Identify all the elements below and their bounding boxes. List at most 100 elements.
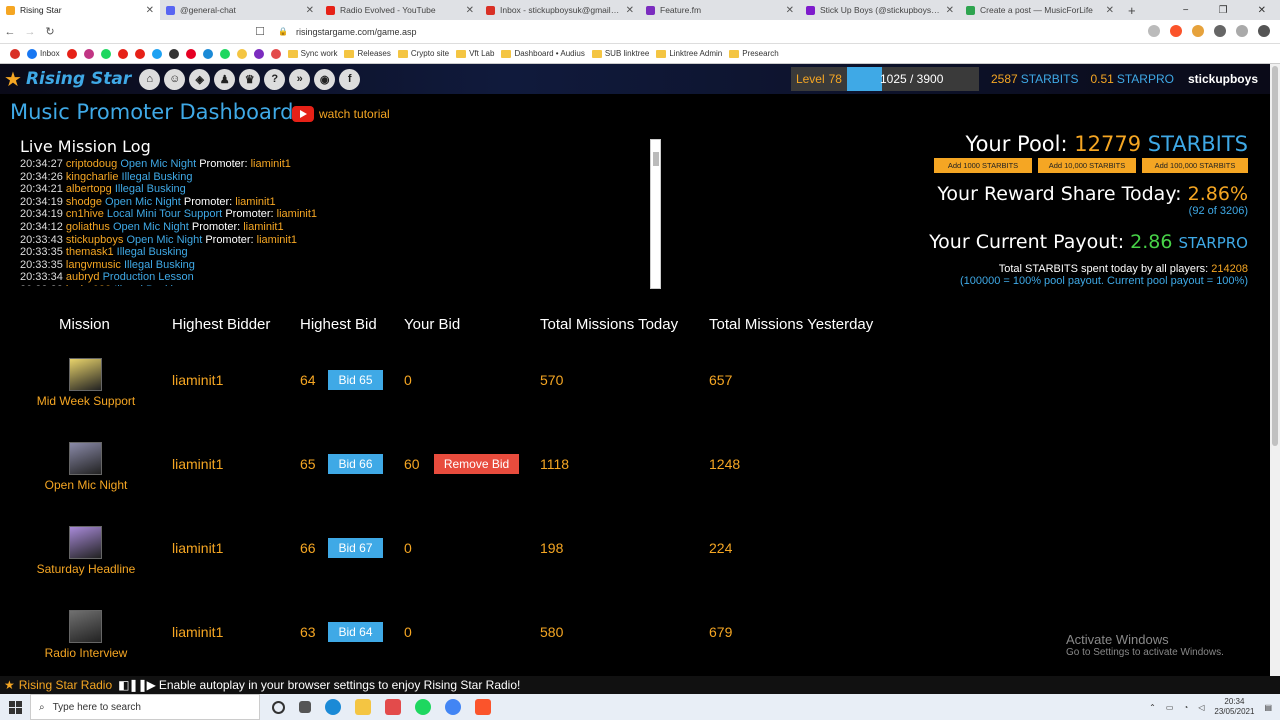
- bid-button[interactable]: Bid 65: [328, 370, 383, 390]
- add-starbits-button[interactable]: Add 100,000 STARBITS: [1142, 158, 1248, 173]
- mission-image[interactable]: [69, 442, 102, 475]
- bookmark-favicon-icon[interactable]: [202, 48, 213, 59]
- log-user[interactable]: albertopg: [66, 183, 112, 195]
- bookmark-item[interactable]: Inbox: [27, 48, 60, 59]
- bookmark-favicon-icon[interactable]: [236, 48, 247, 59]
- log-scroll-thumb[interactable]: [653, 152, 659, 166]
- home-icon[interactable]: ⌂: [139, 68, 161, 90]
- bookmark-item[interactable]: Presearch: [729, 49, 779, 58]
- radio-controls[interactable]: ◧❚❚▶: [118, 678, 156, 692]
- spotify-icon[interactable]: [415, 699, 431, 715]
- cat-icon[interactable]: ☺: [164, 68, 186, 90]
- facebook-icon[interactable]: f: [339, 68, 361, 90]
- highest-bidder[interactable]: liaminit1: [172, 540, 223, 556]
- log-promoter[interactable]: liaminit1: [235, 196, 275, 208]
- bookmark-favicon-icon[interactable]: [185, 48, 196, 59]
- menu-icon[interactable]: [1258, 25, 1270, 37]
- highest-bidder[interactable]: liaminit1: [172, 624, 223, 640]
- volume-icon[interactable]: ◁: [1198, 703, 1204, 712]
- add-starbits-button[interactable]: Add 1000 STARBITS: [934, 158, 1032, 173]
- watch-tutorial-link[interactable]: watch tutorial: [292, 106, 390, 122]
- chevron-up-icon[interactable]: ⌃: [1149, 703, 1156, 712]
- log-promoter[interactable]: liaminit1: [257, 234, 297, 246]
- browser-tab[interactable]: Feature.fm ✕: [640, 0, 800, 20]
- log-user[interactable]: aubryd: [66, 271, 100, 283]
- discord-icon[interactable]: ◉: [314, 68, 336, 90]
- new-tab-button[interactable]: +: [1128, 3, 1136, 18]
- remove-bid-button[interactable]: Remove Bid: [434, 454, 519, 474]
- brave-shield-icon[interactable]: [1170, 25, 1182, 37]
- bookmark-favicon-icon[interactable]: [100, 48, 111, 59]
- person-icon[interactable]: ♟: [214, 68, 236, 90]
- close-icon[interactable]: ✕: [786, 5, 794, 16]
- edge-icon[interactable]: [325, 699, 341, 715]
- log-user[interactable]: stickupboys: [66, 234, 123, 246]
- log-user[interactable]: cn1hive: [66, 208, 104, 220]
- minimize-button[interactable]: −: [1183, 5, 1189, 16]
- browser-tab[interactable]: Radio Evolved - YouTube ✕: [320, 0, 480, 20]
- bookmark-favicon-icon[interactable]: [253, 48, 264, 59]
- bookmark-favicon-icon[interactable]: [10, 48, 20, 59]
- bookmark-favicon-icon[interactable]: [151, 48, 162, 59]
- browser-tab[interactable]: Create a post — MusicForLife ✕: [960, 0, 1120, 20]
- bookmark-favicon-icon[interactable]: [168, 48, 179, 59]
- shield-icon[interactable]: ◈: [189, 68, 211, 90]
- bid-button[interactable]: Bid 67: [328, 538, 383, 558]
- bookmark-favicon-icon[interactable]: [66, 48, 77, 59]
- username[interactable]: stickupboys: [1188, 72, 1258, 86]
- forward-icon[interactable]: →: [20, 26, 40, 38]
- metamask-icon[interactable]: [1192, 25, 1204, 37]
- brave-icon[interactable]: [475, 699, 491, 715]
- bookmark-favicon-icon[interactable]: [270, 48, 281, 59]
- bookmark-favicon-icon[interactable]: [117, 48, 128, 59]
- bookmark-favicon-icon[interactable]: [219, 48, 230, 59]
- bid-button[interactable]: Bid 64: [328, 622, 383, 642]
- forward-icon[interactable]: »: [289, 68, 311, 90]
- extensions-icon[interactable]: [1214, 25, 1226, 37]
- battery-icon[interactable]: ▭: [1166, 703, 1174, 712]
- chrome-icon[interactable]: [445, 699, 461, 715]
- bookmark-item[interactable]: Sync work: [287, 49, 337, 58]
- log-promoter[interactable]: liaminit1: [243, 221, 283, 233]
- page-scrollbar[interactable]: [1270, 64, 1280, 676]
- clock[interactable]: 20:34 23/05/2021: [1214, 697, 1254, 717]
- url-field[interactable]: 🔒 risingstargame.com/game.asp: [278, 27, 417, 37]
- bookmark-item[interactable]: Vft Lab: [456, 49, 494, 58]
- bookmark-item[interactable]: Releases: [344, 49, 391, 58]
- bookmark-icon[interactable]: ☐: [250, 25, 270, 38]
- mission-image[interactable]: [69, 526, 102, 559]
- network-icon[interactable]: ◔: [1183, 703, 1188, 712]
- profile-icon[interactable]: [1236, 25, 1248, 37]
- log-user[interactable]: goliathus: [66, 221, 110, 233]
- cortana-icon[interactable]: [272, 700, 285, 714]
- browser-tab[interactable]: Stick Up Boys (@stickupboys) • Audius ✕: [800, 0, 960, 20]
- close-icon[interactable]: ✕: [946, 5, 954, 16]
- close-icon[interactable]: ✕: [1106, 5, 1114, 16]
- browser-tab[interactable]: Inbox - stickupboysuk@gmail.com - G ✕: [480, 0, 640, 20]
- maximize-button[interactable]: ❐: [1219, 5, 1228, 16]
- file-explorer-icon[interactable]: [355, 699, 371, 715]
- bookmark-favicon-icon[interactable]: [83, 48, 94, 59]
- start-button[interactable]: [0, 694, 30, 720]
- log-user[interactable]: junior032: [66, 284, 111, 286]
- mission-image[interactable]: [69, 610, 102, 643]
- close-icon[interactable]: ✕: [466, 5, 474, 16]
- log-user[interactable]: kingcharlie: [66, 171, 119, 183]
- log-user[interactable]: langvmusic: [66, 259, 121, 271]
- highest-bidder[interactable]: liaminit1: [172, 372, 223, 388]
- close-icon[interactable]: ✕: [146, 5, 154, 16]
- task-view-icon[interactable]: [299, 701, 311, 713]
- app-icon[interactable]: [385, 699, 401, 715]
- bookmark-item[interactable]: Crypto site: [397, 49, 449, 58]
- bookmark-favicon-icon[interactable]: [27, 48, 37, 59]
- log-user[interactable]: shodge: [66, 196, 102, 208]
- browser-tab[interactable]: @general-chat ✕: [160, 0, 320, 20]
- bid-button[interactable]: Bid 66: [328, 454, 383, 474]
- bookmark-item[interactable]: Dashboard • Audius: [501, 49, 585, 58]
- taskbar-search[interactable]: ⌕ Type here to search: [30, 694, 260, 720]
- add-starbits-button[interactable]: Add 10,000 STARBITS: [1038, 158, 1136, 173]
- close-window-button[interactable]: ✕: [1258, 5, 1266, 16]
- back-icon[interactable]: ←: [0, 26, 20, 38]
- reload-icon[interactable]: ↻: [40, 25, 60, 38]
- help-icon[interactable]: ?: [264, 68, 286, 90]
